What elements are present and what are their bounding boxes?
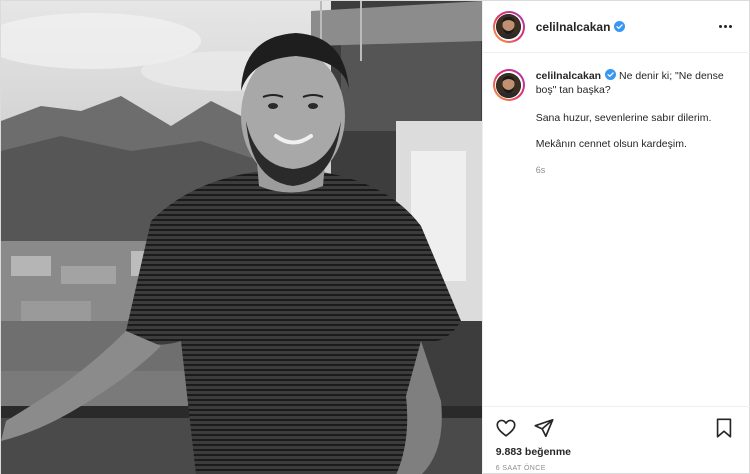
more-options-icon[interactable] (718, 21, 733, 31)
verified-badge-icon (605, 69, 617, 80)
paper-plane-icon[interactable] (533, 417, 555, 439)
avatar-image (496, 14, 522, 39)
caption-paragraph: Mekânın cennet olsun kardeşim. (535, 138, 687, 150)
post-actions: 9.883 beğenme 6 SAAT ÖNCE (482, 406, 750, 474)
caption-story-ring[interactable] (492, 69, 525, 101)
heart-icon[interactable] (495, 417, 517, 439)
post-caption: celilnalcakan Ne denir ki; "Ne dense boş… (492, 69, 743, 177)
portrait-photo-image (1, 1, 482, 474)
avatar (496, 14, 522, 39)
caption-text: celilnalcakan Ne denir ki; "Ne dense boş… (536, 69, 736, 177)
caption-timestamp[interactable]: 6s (536, 163, 736, 177)
likes-count[interactable]: 9.883 beğenme (496, 446, 571, 458)
story-ring[interactable] (492, 10, 525, 43)
avatar-image (496, 72, 522, 98)
post-header: celilnalcakan (482, 1, 750, 53)
post-photo[interactable] (1, 1, 482, 474)
post-time-ago[interactable]: 6 SAAT ÖNCE (496, 465, 546, 472)
caption-paragraph: Sana huzur, sevenlerine sabır dilerim. (535, 112, 712, 124)
caption-avatar (496, 72, 522, 98)
instagram-post: celilnalcakan celilnalcakan Ne denir ki;… (0, 0, 750, 474)
bookmark-icon[interactable] (713, 417, 735, 439)
caption-username[interactable]: celilnalcakan (536, 70, 601, 82)
verified-badge-icon (614, 21, 626, 32)
header-username[interactable]: celilnalcakan (536, 20, 611, 34)
post-side-panel: celilnalcakan celilnalcakan Ne denir ki;… (481, 1, 750, 474)
